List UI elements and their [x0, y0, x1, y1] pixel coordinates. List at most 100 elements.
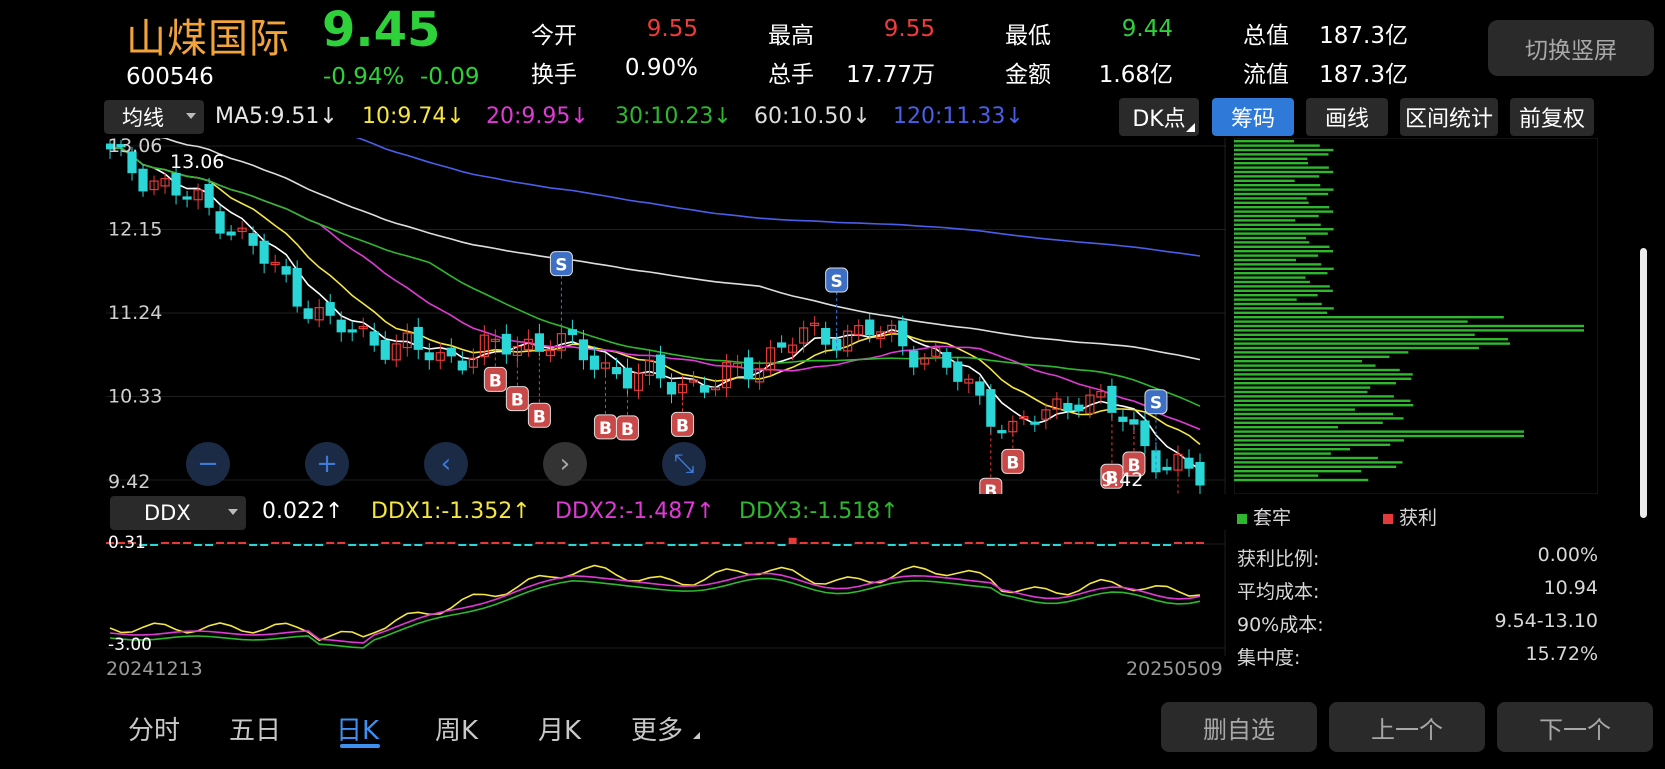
switch-portrait-button[interactable]: 切换竖屏	[1488, 20, 1654, 76]
candle-body	[611, 366, 622, 375]
chip-bar	[1234, 223, 1321, 226]
ma-line-5	[109, 146, 1201, 471]
forward-adjust-button[interactable]: 前复权	[1510, 98, 1594, 136]
candle-body	[215, 211, 225, 234]
dk-point-button[interactable]: DK点	[1119, 98, 1199, 136]
stock-code: 600546	[126, 64, 214, 90]
tab-daily-k[interactable]: 日K	[336, 710, 379, 747]
candle-body	[821, 327, 831, 345]
ddx-top-tick: 0.31	[108, 533, 146, 553]
zoom-in-icon: +	[316, 449, 338, 479]
ddx-bar	[854, 542, 863, 544]
candle-body	[1140, 420, 1150, 447]
candle-body	[369, 331, 379, 346]
quote-value-float-value: 187.3亿	[1319, 62, 1408, 88]
chip-bar	[1234, 439, 1404, 442]
indicator-select[interactable]: DDX	[110, 496, 246, 530]
chip-bar	[1234, 258, 1297, 262]
tab-more[interactable]: 更多	[631, 710, 701, 747]
draw-line-button[interactable]: 画线	[1306, 98, 1388, 136]
ddx-bar	[414, 544, 423, 546]
previous-button[interactable]: 上一个	[1329, 702, 1485, 752]
ddx-bar	[513, 544, 522, 546]
ddx1-value: DDX1:-1.352↑	[371, 499, 531, 524]
candle-body	[942, 352, 952, 368]
ddx-bar	[700, 542, 709, 544]
legend-profit-swatch	[1383, 514, 1393, 524]
ddx-bar	[909, 542, 918, 544]
chip-bar	[1234, 254, 1319, 257]
range-stats-button[interactable]: 区间统计	[1400, 98, 1498, 136]
y-tick-label: 10.33	[108, 386, 162, 408]
ddx-bar	[535, 542, 544, 544]
candle-body	[446, 347, 456, 357]
scroll-right-button[interactable]: ›	[543, 442, 587, 486]
candle-body	[501, 333, 511, 355]
candle-body	[281, 266, 291, 275]
ddx-bar	[1173, 542, 1182, 544]
chip-bar	[1234, 408, 1355, 411]
ddx-bar	[1196, 542, 1204, 544]
ddx-line	[109, 564, 1201, 642]
chips-button[interactable]: 筹码	[1212, 98, 1294, 136]
next-button[interactable]: 下一个	[1497, 702, 1653, 752]
ma-select-label: 均线	[122, 106, 164, 130]
tab-monthly-k[interactable]: 月K	[538, 710, 581, 747]
chip-bar	[1234, 443, 1391, 446]
cost-90-label: 90%成本:	[1237, 614, 1324, 636]
ddx-bar	[1129, 542, 1138, 544]
ma-select[interactable]: 均线	[104, 100, 204, 134]
ddx2-value: DDX2:-1.487↑	[555, 499, 715, 524]
ddx-bar	[832, 544, 841, 546]
zoom-in-button[interactable]: +	[305, 442, 349, 486]
candle-body	[997, 430, 1007, 434]
ddx-bar	[1041, 544, 1050, 546]
ddx-bar	[1162, 544, 1171, 546]
ddx-bar	[1184, 542, 1193, 544]
ddx-bar	[1063, 542, 1072, 544]
scrollbar[interactable]	[1640, 248, 1647, 518]
ddx-bar	[1052, 544, 1061, 546]
chip-bar	[1234, 382, 1396, 385]
chip-bar	[1234, 179, 1295, 182]
quote-label-amount: 金额	[1005, 62, 1051, 88]
kline-grid	[106, 138, 1226, 494]
chip-bar	[1234, 298, 1297, 301]
legend-profit: 获利	[1383, 503, 1437, 530]
chip-bar	[1234, 355, 1390, 358]
candle-body	[138, 168, 148, 192]
chip-bar	[1234, 368, 1400, 372]
ddx-bar	[579, 544, 588, 546]
quote-label-turnover: 换手	[531, 62, 577, 88]
remove-watchlist-button[interactable]: 删自选	[1161, 702, 1317, 752]
ma-line-30	[109, 146, 1201, 407]
signal-label: B	[984, 482, 997, 494]
chip-bar	[1234, 144, 1320, 147]
chip-bar	[1234, 241, 1310, 244]
ddx-bar	[392, 542, 401, 544]
chip-bar	[1234, 285, 1330, 288]
candle-body	[424, 352, 434, 361]
ddx-bar	[381, 542, 390, 544]
scroll-left-button[interactable]: ‹	[424, 442, 468, 486]
indicator-select-label: DDX	[144, 501, 191, 525]
collapse-button[interactable]: ⤡	[662, 442, 706, 486]
y-tick-label: 12.15	[108, 219, 162, 241]
signal-label: B	[621, 420, 634, 440]
tab-weekly-k[interactable]: 周K	[435, 710, 478, 747]
tab-five-day[interactable]: 五日	[229, 710, 281, 747]
chip-bar	[1234, 192, 1329, 196]
ma30-value: 30:10.23↓	[615, 104, 732, 129]
candle-body	[1162, 466, 1172, 471]
tab-intraday[interactable]: 分时	[128, 710, 180, 747]
chip-bar	[1234, 386, 1371, 389]
corner-triangle-icon	[693, 732, 701, 739]
ddx-bar	[183, 542, 192, 544]
candle-body	[182, 196, 192, 200]
quote-value-turnover: 0.90%	[624, 55, 698, 81]
zoom-out-icon: −	[197, 449, 219, 479]
kline-chart[interactable]: SSBBBBBBBBBBSB 13.0612.1511.2410.339.42 …	[106, 138, 1226, 494]
ddx-chart[interactable]: 0.31 -3.00	[106, 530, 1226, 656]
ddx-bars	[106, 537, 1204, 546]
zoom-out-button[interactable]: −	[186, 442, 230, 486]
